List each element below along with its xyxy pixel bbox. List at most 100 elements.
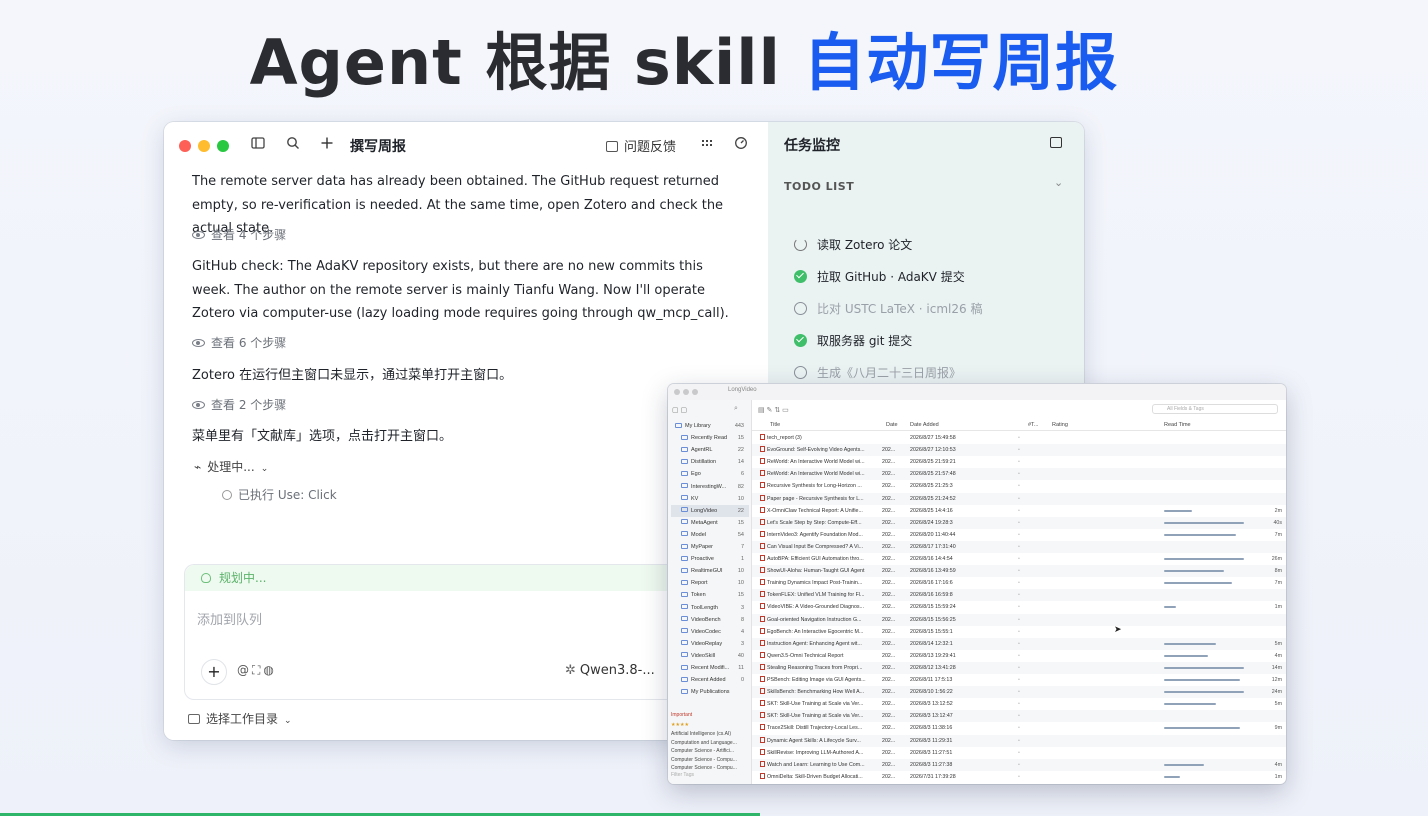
collection-item[interactable]: ToolLength 3 <box>671 602 749 614</box>
collection-item[interactable]: MetaAgent 15 <box>671 517 749 529</box>
gauge-icon[interactable] <box>732 136 750 154</box>
collection-item[interactable]: KV 10 <box>671 493 749 505</box>
table-row[interactable]: Can Visual Input Be Compressed? A Vi... 2… <box>752 540 1286 553</box>
panel-toggle-icon[interactable] <box>1050 137 1062 148</box>
table-row[interactable]: Instruction Agent: Enhancing Agent wit..… <box>752 637 1286 650</box>
collection-item[interactable]: Proactive 1 <box>671 553 749 565</box>
tag-item[interactable]: Artificial Intelligence (cs.AI) <box>671 731 731 737</box>
table-row[interactable]: tech_report (3) 2026/8/27 15:49:58 ▫ <box>752 432 1286 444</box>
grid-icon[interactable] <box>698 136 716 154</box>
new-chat-plus-icon[interactable] <box>318 136 336 154</box>
table-row[interactable]: SkillRevise: Improving LLM-Authored A...… <box>752 747 1286 759</box>
attach-plus-button[interactable]: + <box>201 659 227 685</box>
table-row[interactable]: EgoBench: An Interactive Egocentric M...… <box>752 626 1286 638</box>
empty-circle-icon <box>794 366 807 379</box>
search-icon[interactable] <box>284 136 302 154</box>
composer-tool-icons[interactable]: @⛶◍ <box>237 663 277 678</box>
collection-item[interactable]: VideoReplay 3 <box>671 638 749 650</box>
skill-icon[interactable]: ⛶ <box>252 663 263 677</box>
collection-item[interactable]: Model 54 <box>671 529 749 541</box>
table-row[interactable]: Recursive Synthesis for Long-Horizon ...… <box>752 480 1286 492</box>
collection-item[interactable]: Recently Read 15 <box>671 432 749 444</box>
table-row[interactable]: TokenFLEX: Unified VLM Training for Fl..… <box>752 589 1286 602</box>
row-date: 202... <box>882 628 896 635</box>
filter-tags-input[interactable]: Filter Tags <box>671 772 694 778</box>
table-row[interactable]: SkillsBench: Benchmarking How Well A... 2… <box>752 686 1286 699</box>
view-steps-toggle-3[interactable]: 查看 2 个步骤 <box>192 396 286 413</box>
collection-item[interactable]: MyPaper 7 <box>671 541 749 553</box>
column-read-time[interactable]: Read Time <box>1164 422 1191 428</box>
table-row[interactable]: Training Dynamics Impact Post-Trainin...… <box>752 577 1286 589</box>
column-date-added[interactable]: Date Added <box>910 422 939 428</box>
workdir-selector[interactable]: 选择工作目录 ⌄ <box>188 710 292 727</box>
table-row[interactable]: ReWorld: An Interactive World Model wi..… <box>752 468 1286 481</box>
item-toolbar-icons[interactable]: ▤ ✎ ⇅ ▭ <box>758 406 789 414</box>
tag-item[interactable]: Computer Science - Compu... <box>671 757 737 763</box>
todo-list-header[interactable]: TODO LIST <box>784 180 854 193</box>
search-icon[interactable]: ⌕ <box>734 405 738 413</box>
tag-item[interactable]: Computer Science - Compu... <box>671 765 737 771</box>
table-row[interactable]: SKT: Skill-Use Training at Scale via Ver… <box>752 698 1286 710</box>
collection-item[interactable]: My Publications <box>671 686 749 698</box>
collection-item[interactable]: Report 10 <box>671 577 749 589</box>
table-row[interactable]: ReWorld: An Interactive World Model wi..… <box>752 456 1286 468</box>
collection-item[interactable]: VideoBench 8 <box>671 614 749 626</box>
table-row[interactable]: Let's Scale Step by Step: Compute-Eff...… <box>752 516 1286 529</box>
table-row[interactable]: Watch and Learn: Learning to Use Com... 2… <box>752 758 1286 771</box>
table-row[interactable]: Dynamic Agent Skills: A Lifecycle Surv..… <box>752 734 1286 747</box>
table-row[interactable]: ShowUI-Aloha: Human-Taught GUI Agent 202.… <box>752 565 1286 578</box>
table-row[interactable]: PSBench: Editing Image via GUI Agents...… <box>752 674 1286 686</box>
column-tag-count[interactable]: #T... <box>1028 422 1038 428</box>
collection-item[interactable]: LongVideo 22 <box>671 504 749 517</box>
table-row[interactable]: AutoBPA: Efficient GUI Automation thro..… <box>752 553 1286 565</box>
at-mention-icon[interactable]: @ <box>237 663 252 677</box>
tag-item[interactable]: Computer Science - Artifici... <box>671 748 734 754</box>
view-steps-toggle-1[interactable]: 查看 4 个步骤 <box>192 226 286 243</box>
zotero-search-input[interactable]: All Fields & Tags <box>1152 404 1278 414</box>
table-row[interactable]: InternVideo3: Agentify Foundation Mod...… <box>752 529 1286 541</box>
close-window-button[interactable] <box>179 140 191 152</box>
collection-item[interactable]: Recent Modifi... 11 <box>671 662 749 674</box>
collection-item[interactable]: RealtimeGUI 10 <box>671 565 749 577</box>
collection-item[interactable]: VideoCodec 4 <box>671 626 749 638</box>
table-row[interactable]: Trace2Skill: Distill Trajectory-Local Le… <box>752 722 1286 734</box>
column-title[interactable]: Title <box>770 422 780 428</box>
collection-item[interactable]: Recent Added 0 <box>671 674 749 686</box>
zoom-window-button[interactable] <box>217 140 229 152</box>
table-row[interactable]: X-OmniClaw Technical Report: A Unifie...… <box>752 505 1286 517</box>
table-row[interactable]: Paper page - Recursive Synthesis for L..… <box>752 492 1286 505</box>
column-rating[interactable]: Rating <box>1052 422 1068 428</box>
feedback-button[interactable]: 问题反馈 <box>606 136 676 155</box>
tag-item[interactable]: Computation and Language... <box>671 740 737 746</box>
table-row[interactable]: EvoGround: Self-Evolving Video Agents...… <box>752 444 1286 457</box>
minimize-window-button[interactable] <box>683 389 689 395</box>
table-row[interactable]: VideoVIBE: A Video-Grounded Diagnos... 20… <box>752 601 1286 613</box>
collection-item[interactable]: Ego 6 <box>671 468 749 480</box>
collection-item[interactable]: AgentRL 22 <box>671 444 749 456</box>
table-row[interactable]: OmniDelta: Skill-Driven Budget Allocati.… <box>752 771 1286 783</box>
queue-input[interactable]: 添加到队列 <box>197 609 262 628</box>
table-row[interactable]: Goal-oriented Navigation Instruction G..… <box>752 613 1286 626</box>
view-steps-toggle-2[interactable]: 查看 6 个步骤 <box>192 334 286 351</box>
chevron-down-icon[interactable]: ⌄ <box>1054 176 1063 189</box>
row-date: 202... <box>882 531 896 538</box>
executed-label: 已执行 Use: Click <box>238 488 337 502</box>
table-row[interactable]: Qwen3.5-Omni Technical Report 202... 2026/… <box>752 650 1286 662</box>
collection-item[interactable]: Distillation 14 <box>671 456 749 468</box>
processing-indicator[interactable]: ⌁ 处理中... ⌄ <box>194 458 268 475</box>
table-row[interactable]: Stealing Reasoning Traces from Propri...… <box>752 661 1286 674</box>
globe-icon[interactable]: ◍ <box>263 663 276 677</box>
minimize-window-button[interactable] <box>198 140 210 152</box>
collection-item[interactable]: Token 15 <box>671 589 749 601</box>
table-row[interactable]: SKT: Skill-Use Training at Scale via Ver… <box>752 710 1286 723</box>
close-window-button[interactable] <box>674 389 680 395</box>
attachment-icon: ▫ <box>1018 664 1020 671</box>
new-collection-icon[interactable]: ▢ ▢ <box>672 406 687 414</box>
model-selector[interactable]: ✲Qwen3.8-...⌄ <box>565 663 674 678</box>
sidebar-icon[interactable] <box>249 136 267 154</box>
collection-item[interactable]: VideoSkill 40 <box>671 650 749 662</box>
collection-item[interactable]: My Library 443 <box>671 420 749 432</box>
collection-item[interactable]: InterestingW... 82 <box>671 481 749 493</box>
zoom-window-button[interactable] <box>692 389 698 395</box>
column-date[interactable]: Date <box>886 422 898 428</box>
